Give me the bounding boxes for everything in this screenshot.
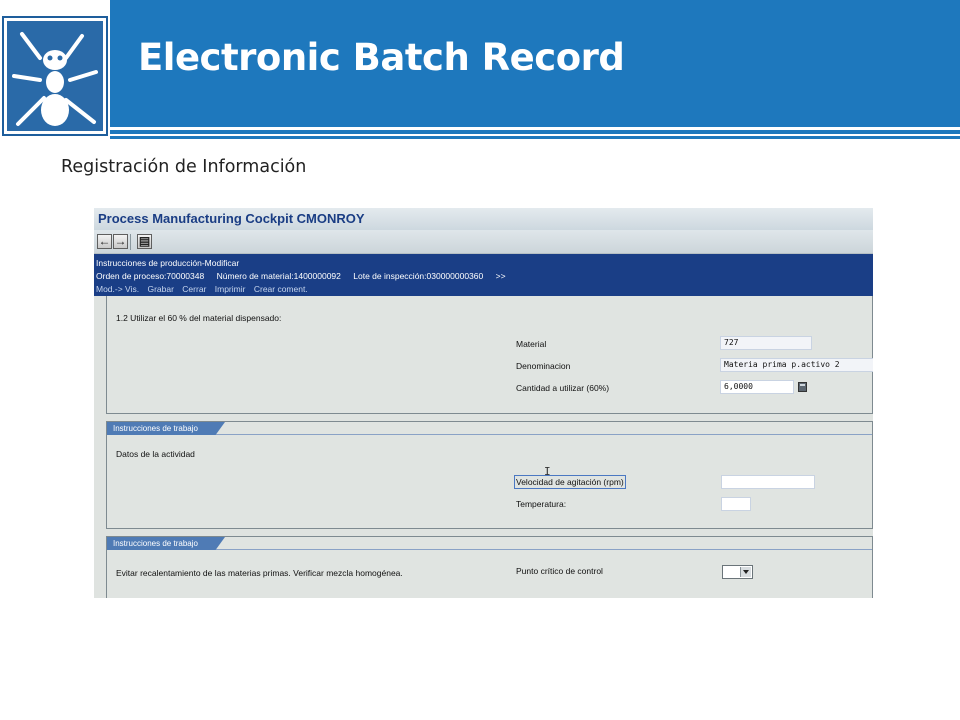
quantity-label: Cantidad a utilizar (60%) [516,383,610,393]
menu-item-print[interactable]: Imprimir [215,284,246,294]
arrow-right-icon[interactable]: → [113,234,128,249]
agitation-speed-label: Velocidad de agitación (rpm) [514,475,626,489]
save-layout-icon[interactable]: ▤ [137,234,152,249]
slide-title: Electronic Batch Record [138,36,625,79]
temperature-field[interactable] [721,497,751,511]
text-cursor-icon: I [544,465,551,478]
tab-work-instructions[interactable]: Instrucciones de trabajo [107,422,225,435]
window-title: Process Manufacturing Cockpit CMONROY [98,211,365,226]
tab-underline [107,434,872,435]
inspection-lot: Lote de inspección:030000000360 [353,271,484,281]
chevron-down-icon[interactable] [740,567,751,577]
material-field[interactable]: 727 [720,336,812,350]
order-header-info: Orden de proceso:70000348 Número de mate… [96,271,516,281]
material-label: Material [516,339,547,349]
menu-item-save[interactable]: Grabar [147,284,173,294]
more-link[interactable]: >> [496,271,506,281]
denomination-field[interactable]: Materia prima p.activo 2 [720,358,873,372]
tab-work-instructions-2[interactable]: Instrucciones de trabajo [107,537,225,550]
header-divider [110,136,960,139]
work-instructions-panel: Instrucciones de trabajo Datos de la act… [106,421,873,529]
critical-control-point-label: Punto crítico de control [516,566,603,576]
material-usage-panel: 1.2 Utilizar el 60 % del material dispen… [106,296,873,414]
calculator-icon[interactable] [798,382,807,392]
tab-underline [107,549,872,550]
company-logo [0,14,110,138]
order-header: Instrucciones de producción-Modificar Or… [94,254,873,296]
arrow-left-icon[interactable]: ← [97,234,112,249]
overheat-warning-text: Evitar recalentamiento de las materias p… [116,568,403,578]
menu-item-change-display[interactable]: Mod.-> Vis. [96,284,139,294]
work-instructions-panel-2: Instrucciones de trabajo Evitar recalent… [106,536,873,598]
menu-item-create-comment[interactable]: Crear coment. [254,284,308,294]
menu-item-close[interactable]: Cerrar [182,284,206,294]
denomination-label: Denominacion [516,361,571,371]
quantity-field[interactable]: 6,0000 [720,380,794,394]
ant-logo-icon [2,16,108,136]
order-header-heading: Instrucciones de producción-Modificar [96,258,240,268]
header-divider [110,130,960,134]
toolbar-separator [130,234,131,250]
activity-data-text: Datos de la actividad [116,449,195,459]
action-menu: Mod.-> Vis. Grabar Cerrar Imprimir Crear… [96,284,314,294]
window-titlebar: Process Manufacturing Cockpit CMONROY [94,208,873,230]
agitation-speed-field[interactable] [721,475,815,489]
sap-cockpit-window: Process Manufacturing Cockpit CMONROY ← … [94,208,873,598]
material-number: Número de material:1400000092 [216,271,341,281]
slide-subtitle: Registración de Información [61,157,307,177]
instruction-text: 1.2 Utilizar el 60 % del material dispen… [116,313,282,323]
toolbar: ← → ▤ [94,230,873,254]
temperature-label: Temperatura: [516,499,567,509]
process-order: Orden de proceso:70000348 [96,271,205,281]
critical-control-point-dropdown[interactable] [722,565,753,579]
